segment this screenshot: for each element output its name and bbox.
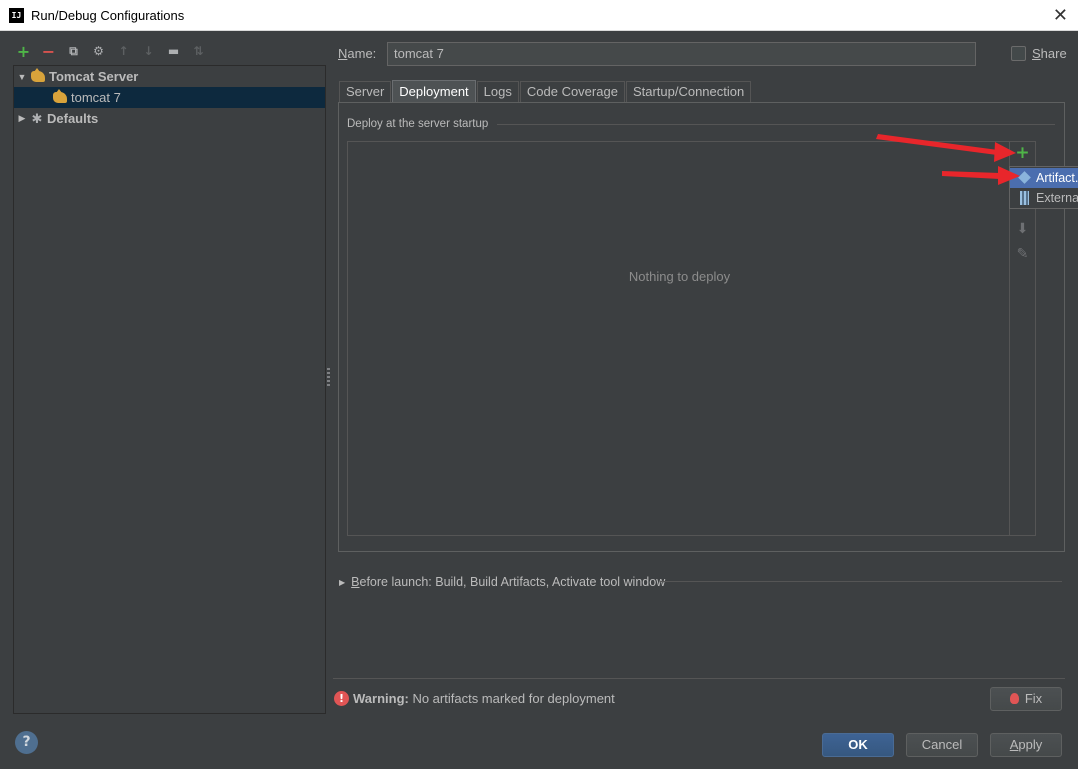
expand-arrow-icon[interactable]: ▶ [14,113,30,124]
tab-server[interactable]: Server [339,81,392,103]
tree-item-label: Tomcat Server [49,69,139,84]
config-toolbar: + − ⧉ ⚙ ↑ ↓ ▬ ⇅ [14,41,208,61]
tree-item-tomcat-7[interactable]: tomcat 7 [14,87,325,108]
tomcat-icon [52,89,69,105]
tomcat-icon [30,68,47,84]
tree-item-label: Defaults [47,111,99,126]
before-launch-label: Before launch: Build, Build Artifacts, A… [351,575,666,589]
tab-logs[interactable]: Logs [476,81,519,103]
copy-configuration-icon[interactable]: ⧉ [64,42,83,61]
share-label[interactable]: Share [1032,46,1067,61]
section-divider [497,124,1055,125]
tab-deployment[interactable]: Deployment [392,80,476,103]
configuration-tree: ▼ Tomcat Server tomcat 7 ▶ ✱ Defaults [13,65,326,714]
tree-item-label: tomcat 7 [71,90,121,105]
tab-code-coverage[interactable]: Code Coverage [519,81,625,103]
sort-icon[interactable]: ⇅ [189,42,208,61]
ok-button[interactable]: OK [822,733,894,757]
window-title: Run/Debug Configurations [31,8,185,23]
before-launch-divider [660,581,1062,582]
remove-configuration-button[interactable]: − [39,42,58,61]
intellij-app-icon: IJ [9,8,24,23]
before-launch-toggle[interactable]: ▶ Before launch: Build, Build Artifacts,… [339,575,665,589]
config-tabs: Server Deployment Logs Code Coverage Sta… [339,80,752,103]
menu-item-artifact[interactable]: Artifact... [1010,168,1078,188]
bulb-icon [1009,693,1019,704]
add-deployment-popup: Artifact... External Source... [1009,166,1078,209]
folder-icon[interactable]: ▬ [164,42,183,61]
move-down-icon[interactable]: ⬇ [1015,222,1030,237]
move-down-icon[interactable]: ↓ [139,42,158,61]
tree-item-defaults[interactable]: ▶ ✱ Defaults [14,108,325,129]
wrench-icon: ✱ [31,110,43,126]
menu-item-label: External Source... [1036,191,1078,205]
warning-icon: ! [334,691,349,706]
expand-arrow-icon[interactable]: ▼ [14,72,30,82]
artifact-icon [1018,171,1032,185]
footer-separator [333,678,1065,679]
apply-button[interactable]: Apply [990,733,1062,757]
menu-item-label: Artifact... [1036,171,1078,185]
tab-startup-connection[interactable]: Startup/Connection [625,81,752,103]
splitter-handle[interactable] [327,368,330,386]
fix-button[interactable]: Fix [990,687,1062,711]
tree-item-tomcat-server[interactable]: ▼ Tomcat Server [14,66,325,87]
name-label: Name: [338,46,377,61]
title-bar: IJ Run/Debug Configurations ✕ [0,0,1078,31]
expand-arrow-icon[interactable]: ▶ [339,578,345,587]
jar-icon [1020,191,1029,205]
help-icon[interactable]: ? [15,731,38,754]
deploy-section-title: Deploy at the server startup [347,118,489,130]
add-configuration-button[interactable]: + [14,42,33,61]
empty-state-text: Nothing to deploy [628,269,731,284]
warning-message: Warning: No artifacts marked for deploym… [353,691,615,706]
name-input[interactable]: tomcat 7 [387,42,976,66]
edit-defaults-icon[interactable]: ⚙ [89,42,108,61]
move-up-icon[interactable]: ↑ [114,42,133,61]
add-deployment-button[interactable]: + [1015,145,1030,162]
share-checkbox[interactable] [1011,46,1026,61]
edit-deployment-icon[interactable]: ✎ [1015,247,1030,262]
close-icon[interactable]: ✕ [1053,5,1068,26]
cancel-button[interactable]: Cancel [906,733,978,757]
menu-item-external-source[interactable]: External Source... [1010,188,1078,208]
deployment-list[interactable]: Nothing to deploy [347,141,1010,536]
